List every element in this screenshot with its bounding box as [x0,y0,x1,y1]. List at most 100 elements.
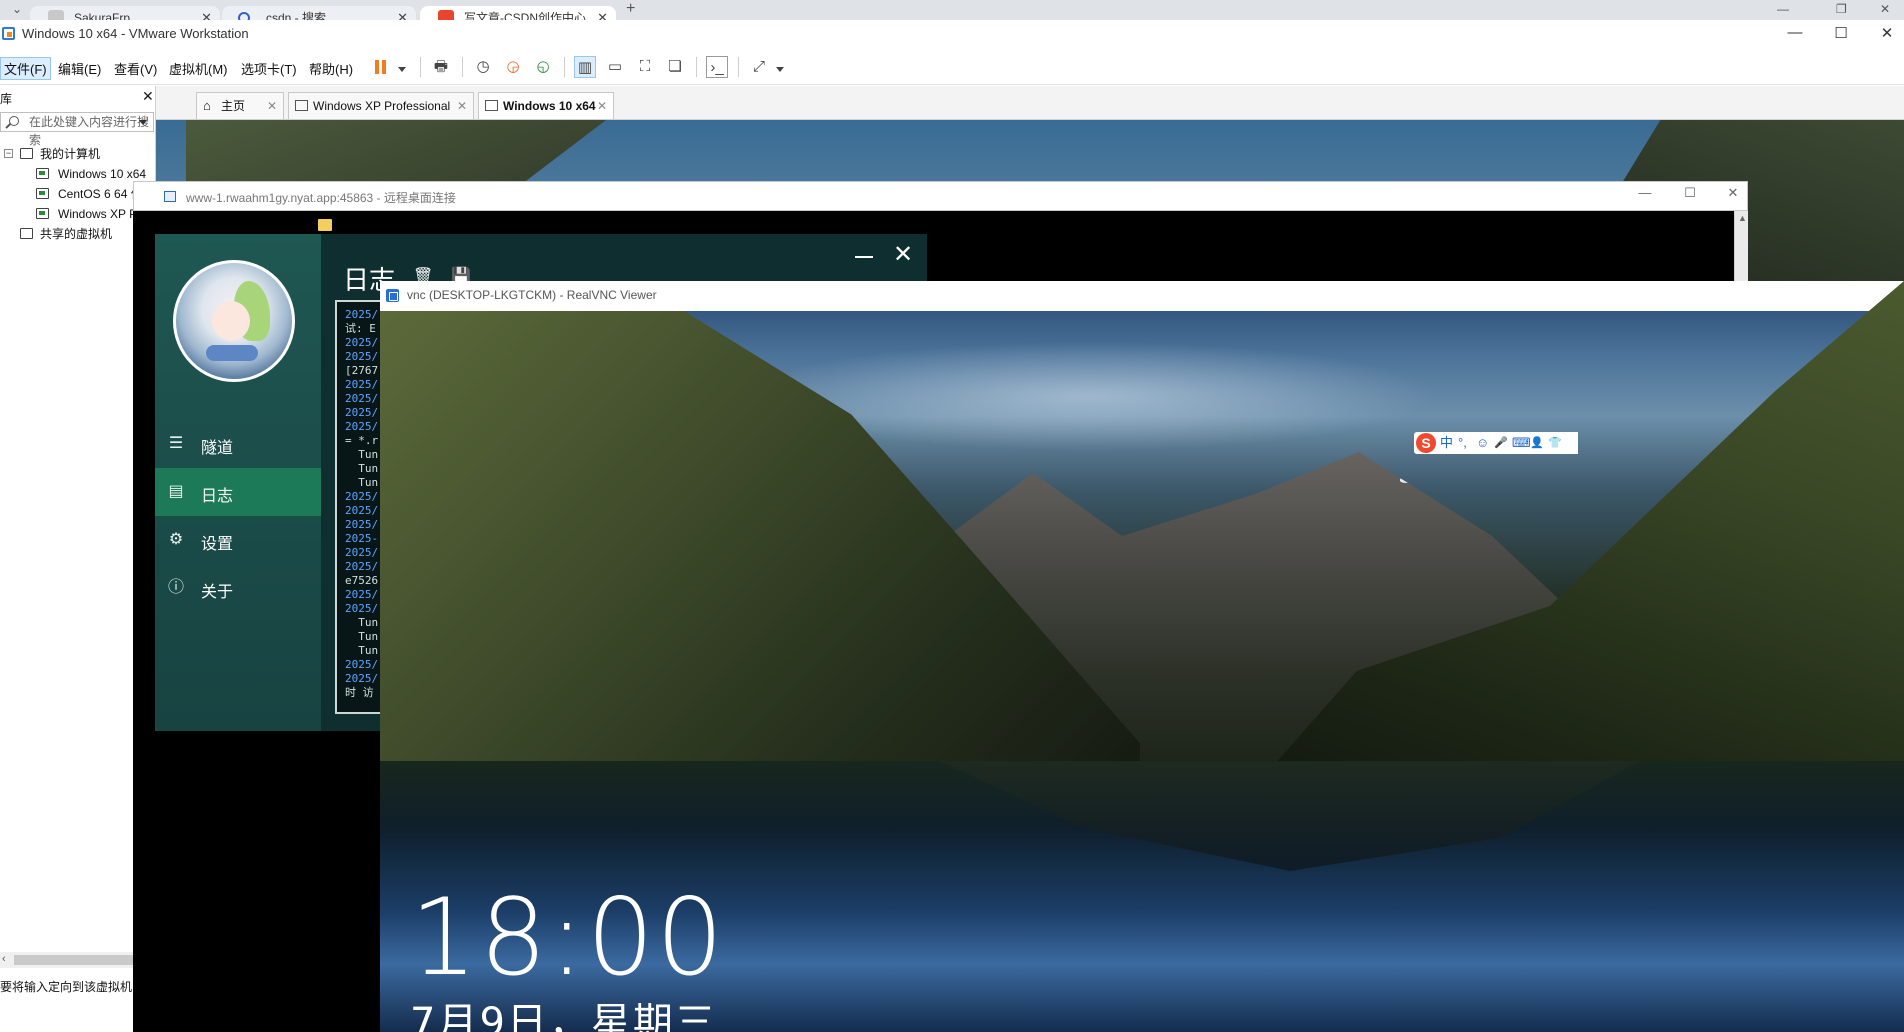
ime-keyboard-icon[interactable]: ⌨ [1512,434,1531,452]
menu-vm[interactable]: 虚拟机(M) [167,59,230,78]
browser-tab-strip: ⌄ SakuraFrp ✕ csdn - 搜索 ✕ 写文章-CSDN创作中心 ✕… [0,0,1904,20]
vmware-titlebar: Windows 10 x64 - VMware Workstation — ☐ … [0,20,1904,48]
frp-sidebar: ☰ 隧道 ▤ 日志 ⚙ 设置 ⓘ 关于 [155,234,321,731]
ime-skin-icon[interactable]: 👕 [1548,434,1562,452]
snapshot-manager-icon[interactable]: ◵ [532,56,554,78]
full-screen-icon[interactable]: ⛶ [634,56,656,78]
close-icon[interactable]: ✕ [1880,2,1890,16]
browser-tab-csdn-editor[interactable]: 写文章-CSDN创作中心 ✕ [420,6,616,20]
folder-icon[interactable] [318,219,332,231]
vm-icon [36,188,49,199]
chevron-down-icon[interactable] [139,120,147,125]
nav-tunnels[interactable]: ☰ 隧道 [155,420,321,468]
menu-edit[interactable]: 编辑(E) [56,59,103,78]
log-icon: ▤ [168,483,184,500]
close-icon[interactable]: ✕ [397,6,408,20]
browser-tab-csdn-search[interactable]: csdn - 搜索 ✕ [222,6,416,20]
home-icon: ⌂ [203,98,211,113]
close-icon[interactable]: ✕ [457,93,467,119]
stretch-dropdown-icon[interactable] [776,67,784,72]
stretch-guest-icon[interactable]: ⤢ [748,56,770,78]
show-library-icon[interactable]: ▥ [574,56,596,78]
browser-tab-sakurafrp[interactable]: SakuraFrp ✕ [30,6,220,20]
thumbnail-bar-icon[interactable]: ▭ [604,56,626,78]
close-icon[interactable]: ✕ [267,93,277,119]
menu-tabs[interactable]: 选项卡(T) [239,59,299,78]
ime-voice-icon[interactable]: 🎤 [1494,434,1508,452]
search-icon [9,116,19,126]
ime-user-icon[interactable]: 👤 [1530,434,1544,452]
vnc-title: vnc (DESKTOP-LKGTCKM) - RealVNC Viewer [407,288,657,302]
close-button[interactable]: ✕ [1872,24,1902,42]
nav-label: 隧道 [201,440,234,457]
tree-label: CentOS 6 64 位 [58,187,143,201]
maximize-button[interactable]: ☐ [1826,24,1856,42]
tab-label: Windows 10 x64 [503,99,596,113]
gear-icon: ⚙ [168,531,184,548]
send-ctrl-alt-del-icon[interactable]: 🖶 [430,56,452,78]
browser-tab-title: 写文章-CSDN创作中心 [464,11,586,20]
remote-desktop-icon [164,191,176,202]
csdn-favicon-icon [438,10,454,20]
new-tab-button[interactable]: + [626,0,635,18]
vm-icon [36,168,49,179]
realvnc-viewer-window[interactable]: vnc (DESKTOP-LKGTCKM) - RealVNC Viewer S… [380,281,1904,1032]
ime-toolbar[interactable]: S 中 °, ☺ 🎤 ⌨ 👤 👕 [1414,432,1578,454]
maximize-button[interactable]: ☐ [1675,185,1705,201]
collapse-icon[interactable]: − [4,149,13,158]
rdp-title: www-1.rwaahm1gy.nyat.app:45863 - 远程桌面连接 [186,191,456,205]
browser-tab-title: csdn - 搜索 [266,11,327,20]
library-search-input[interactable]: 在此处键入内容进行搜索 [0,112,154,147]
browser-tab-title: SakuraFrp [74,11,131,20]
minimize-icon[interactable]: — [1777,2,1789,16]
nav-about[interactable]: ⓘ 关于 [155,564,321,612]
minimize-button[interactable] [855,256,873,258]
close-button[interactable]: ✕ [893,240,913,269]
sogou-logo-icon[interactable]: S [1416,433,1436,453]
rdp-vertical-scrollbar[interactable]: ▲ [1734,211,1748,281]
close-icon[interactable]: ✕ [597,93,607,119]
scroll-left-icon[interactable]: ‹ [2,953,6,965]
tab-windows-10[interactable]: Windows 10 x64 ✕ [478,92,614,119]
close-icon[interactable]: ✕ [201,6,212,20]
tab-windows-xp[interactable]: Windows XP Professional ✕ [288,92,474,119]
window-title: Windows 10 x64 - VMware Workstation [22,26,249,41]
close-icon[interactable]: ✕ [597,6,608,20]
vm-icon [295,100,308,111]
server-icon: ☰ [168,435,184,452]
revert-snapshot-icon[interactable]: ◶ [502,56,524,78]
close-button[interactable]: ✕ [1718,185,1748,201]
avatar[interactable] [173,260,295,382]
minimize-button[interactable]: — [1630,185,1660,200]
nav-label: 日志 [201,488,234,505]
vm-icon [485,100,498,111]
minimize-button[interactable]: — [1780,24,1810,41]
vm-tab-bar: ⌂ 主页 ✕ Windows XP Professional ✕ Windows… [156,86,1904,120]
library-header: 库 [0,92,13,106]
restore-icon[interactable]: ❐ [1836,2,1847,16]
computer-icon [20,148,33,159]
snapshot-icon[interactable]: ◷ [472,56,494,78]
tab-menu-chevron-icon[interactable]: ⌄ [12,2,22,16]
menu-view[interactable]: 查看(V) [112,59,159,78]
console-view-icon[interactable]: ›_ [706,56,728,78]
vnc-titlebar: vnc (DESKTOP-LKGTCKM) - RealVNC Viewer [380,281,1904,311]
pause-button[interactable] [370,56,392,78]
rdp-titlebar: www-1.rwaahm1gy.nyat.app:45863 - 远程桌面连接 … [133,181,1748,211]
ime-punctuation-icon[interactable]: °, [1458,434,1467,452]
power-dropdown-icon[interactable] [398,67,406,72]
ime-chinese-mode[interactable]: 中 [1440,434,1453,452]
info-icon: ⓘ [167,579,184,596]
close-icon[interactable]: ✕ [142,88,154,105]
unity-icon[interactable]: ❏ [664,56,686,78]
tab-home[interactable]: ⌂ 主页 ✕ [196,92,284,119]
ime-emoji-icon[interactable]: ☺ [1476,434,1489,452]
menu-help[interactable]: 帮助(H) [307,59,355,78]
menu-file[interactable]: 文件(F) [0,57,51,80]
nav-settings[interactable]: ⚙ 设置 [155,516,321,564]
tab-label: Windows XP Professional [313,99,451,113]
nav-logs[interactable]: ▤ 日志 [155,468,321,516]
search-favicon-icon [238,12,250,20]
tree-label: 共享的虚拟机 [40,227,113,241]
scroll-up-icon[interactable]: ▲ [1738,213,1747,223]
